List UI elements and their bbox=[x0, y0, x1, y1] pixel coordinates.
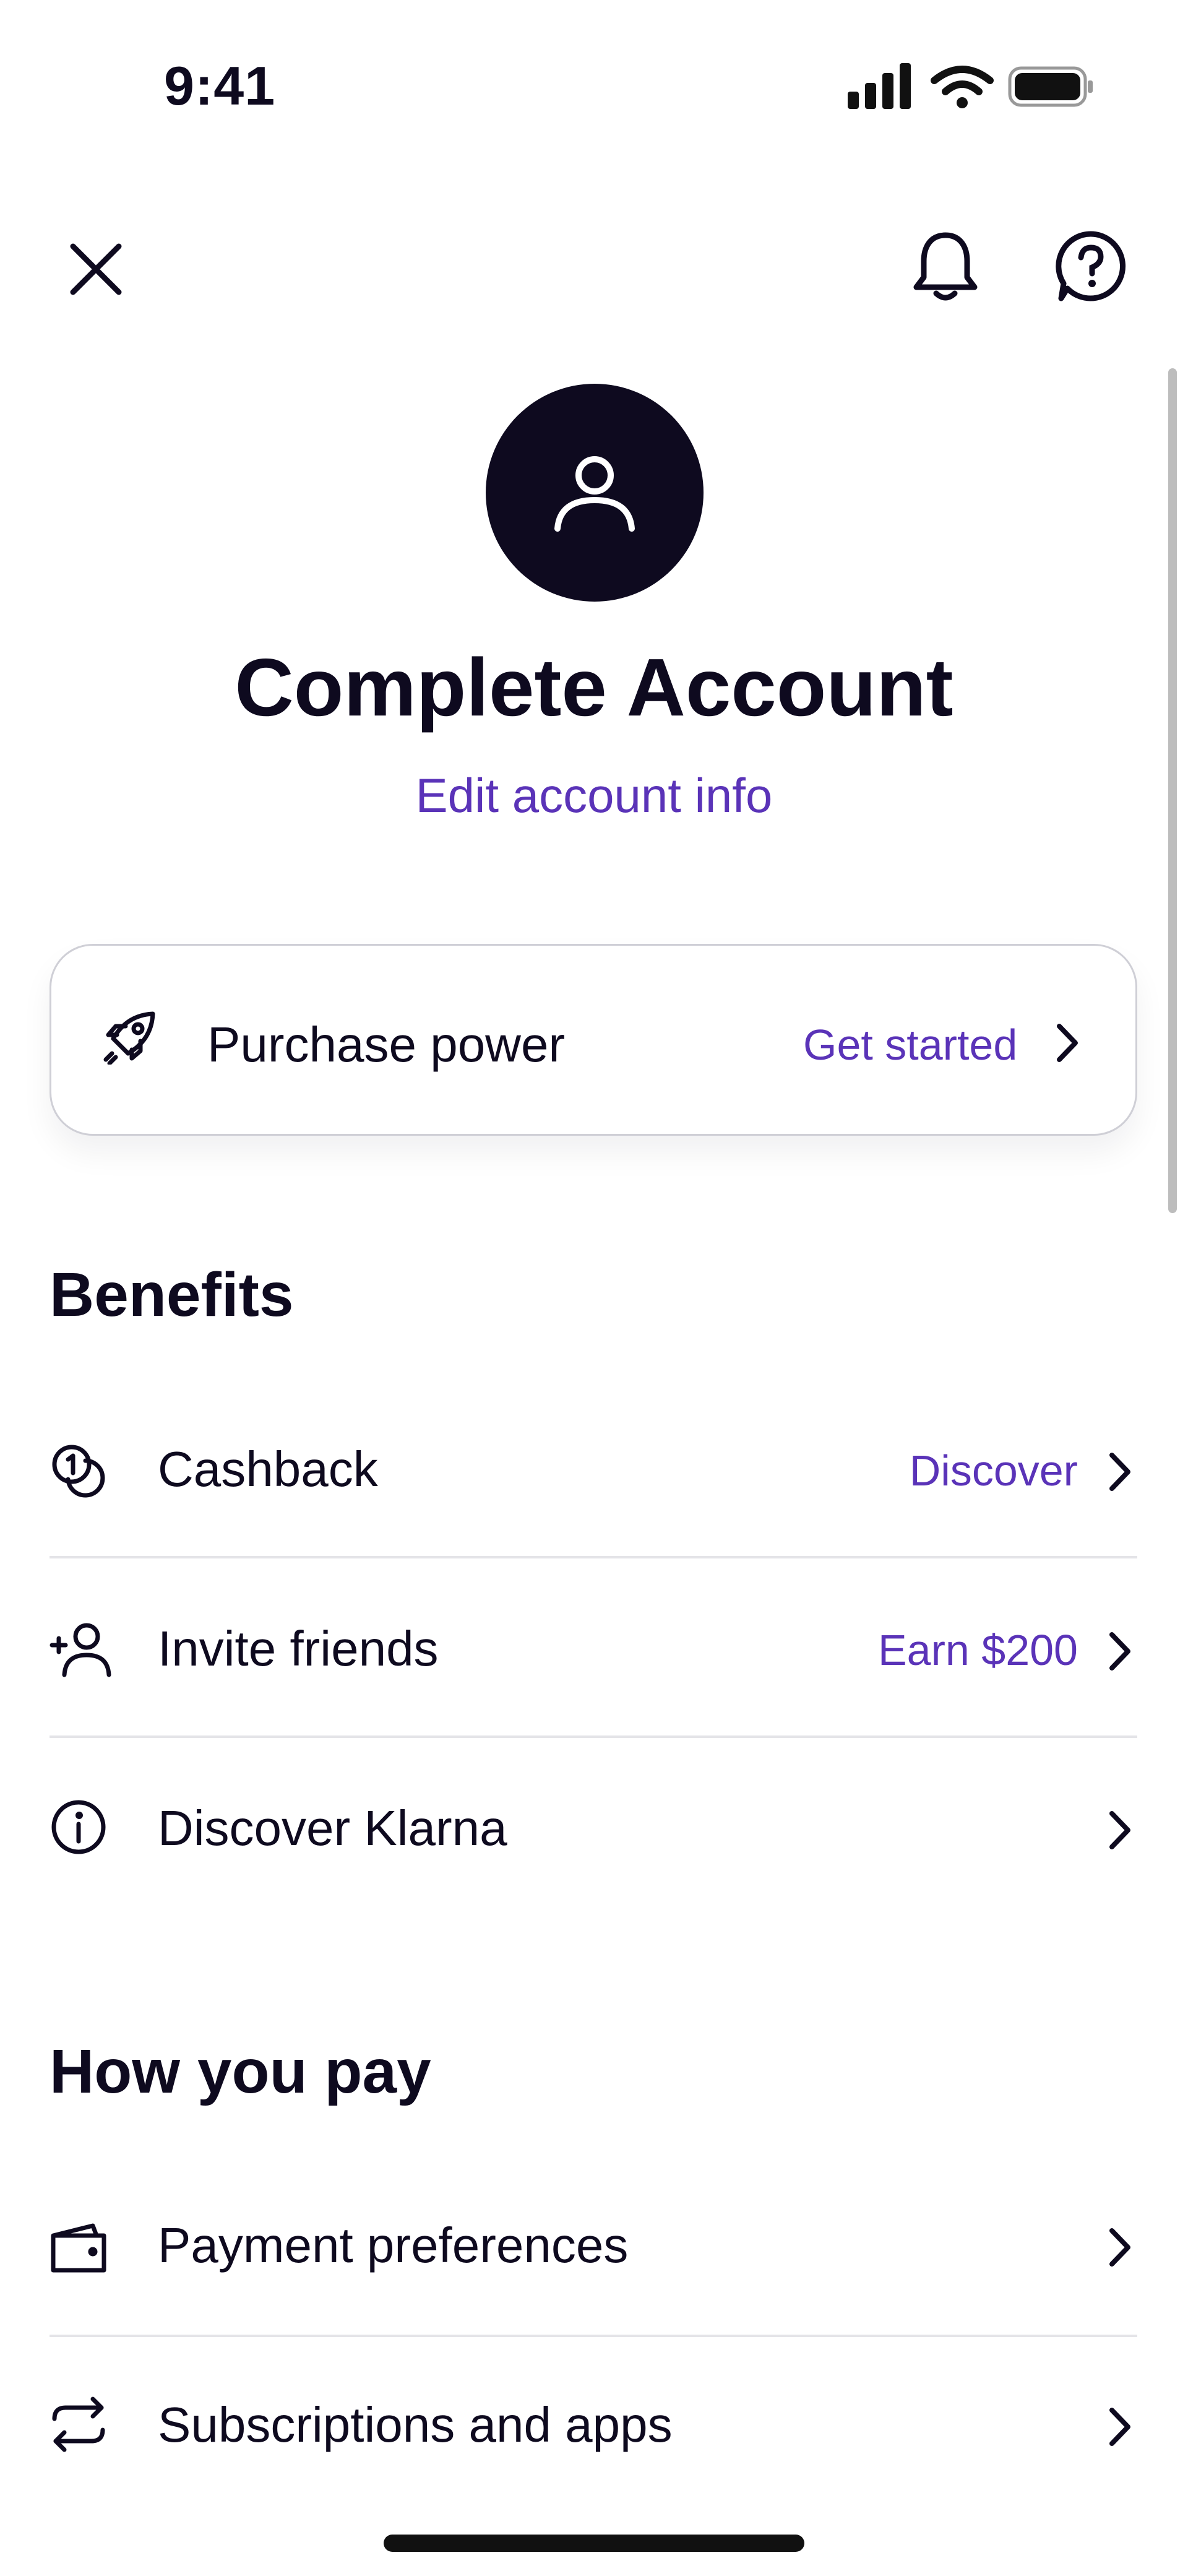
subscriptions-label: Subscriptions and apps bbox=[158, 2397, 673, 2452]
wallet-icon bbox=[50, 2222, 108, 2275]
home-indicator[interactable] bbox=[384, 2535, 804, 2552]
help-icon[interactable] bbox=[1051, 226, 1131, 306]
page-title: Complete Account bbox=[235, 642, 953, 733]
signal-icon bbox=[848, 63, 911, 109]
how-you-pay-title: How you pay bbox=[50, 2037, 431, 2106]
status-time: 9:41 bbox=[164, 55, 276, 116]
close-icon[interactable] bbox=[56, 229, 136, 309]
chevron-right-icon bbox=[1104, 1809, 1135, 1852]
cashback-action: Discover bbox=[909, 1446, 1078, 1495]
edit-account-link[interactable]: Edit account info bbox=[0, 767, 1188, 824]
purchase-power-label: Purchase power bbox=[207, 1017, 566, 1072]
user-icon bbox=[551, 449, 638, 536]
divider bbox=[50, 1735, 1137, 1738]
cashback-label: Cashback bbox=[158, 1441, 378, 1497]
chevron-right-icon bbox=[1104, 1450, 1135, 1493]
benefits-title: Benefits bbox=[50, 1260, 294, 1329]
payment-preferences-label: Payment preferences bbox=[158, 2218, 629, 2273]
invite-friends-action: Earn $200 bbox=[877, 1626, 1078, 1674]
chevron-right-icon bbox=[1104, 2405, 1135, 2448]
discover-klarna-label: Discover Klarna bbox=[158, 1800, 507, 1856]
chevron-right-icon bbox=[1104, 1630, 1135, 1673]
avatar[interactable] bbox=[486, 384, 704, 602]
add-user-icon bbox=[50, 1620, 111, 1679]
bell-icon[interactable] bbox=[905, 226, 986, 306]
scrollbar[interactable] bbox=[1168, 368, 1177, 1213]
chevron-right-icon bbox=[1052, 1021, 1083, 1065]
wifi-icon bbox=[931, 66, 994, 95]
divider bbox=[50, 2335, 1137, 2337]
rocket-icon bbox=[102, 1009, 158, 1065]
status-indicators bbox=[848, 62, 1095, 111]
chevron-right-icon bbox=[1104, 2226, 1135, 2269]
cashback-coins-icon bbox=[50, 1442, 108, 1501]
battery-icon bbox=[1008, 66, 1093, 107]
info-dot bbox=[75, 1812, 83, 1819]
divider bbox=[50, 1556, 1137, 1558]
repeat-arrows-icon bbox=[50, 2395, 108, 2454]
get-started-link[interactable]: Get started bbox=[803, 1020, 1017, 1070]
info-icon bbox=[50, 1798, 108, 1857]
invite-friends-label: Invite friends bbox=[158, 1621, 439, 1676]
